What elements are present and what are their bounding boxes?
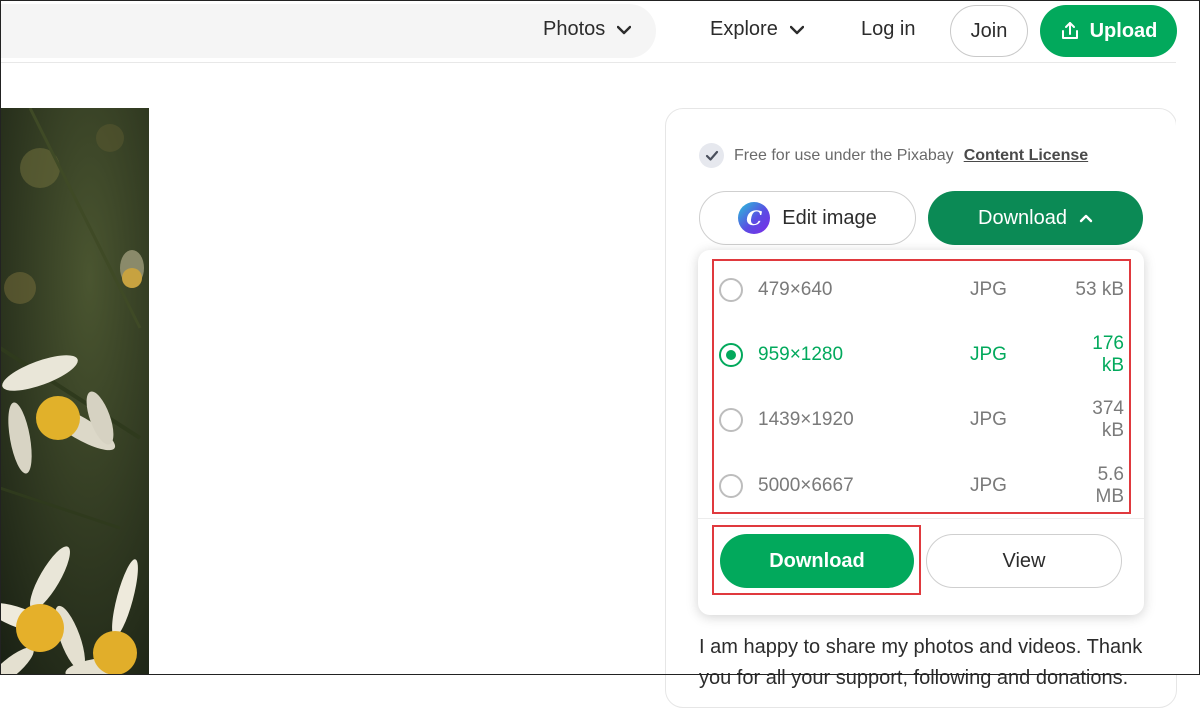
option-format: JPG — [970, 409, 1007, 430]
canva-logo-icon: C — [738, 202, 771, 234]
explore-menu[interactable]: Explore — [710, 18, 804, 41]
license-text: Free for use under the Pixabay — [734, 146, 954, 164]
option-format: JPG — [970, 344, 1007, 365]
option-resolution: 1439×1920 — [758, 409, 854, 430]
content-license-link[interactable]: Content License — [964, 147, 1088, 165]
join-button[interactable]: Join — [950, 5, 1028, 57]
radio-button[interactable] — [719, 343, 743, 367]
size-option[interactable]: 959×1280 JPG 176 kB — [719, 333, 1124, 376]
option-format: JPG — [970, 279, 1007, 300]
option-filesize: 176 kB — [1092, 333, 1124, 376]
option-format: JPG — [970, 475, 1007, 496]
header-divider — [0, 62, 1200, 63]
edit-image-button[interactable]: C Edit image — [699, 191, 916, 245]
radio-button[interactable] — [719, 278, 743, 302]
media-type-select[interactable]: Photos — [543, 18, 632, 41]
login-link[interactable]: Log in — [861, 18, 916, 41]
download-toggle-label: Download — [978, 206, 1067, 229]
chevron-up-icon — [1079, 214, 1093, 223]
chevron-down-icon — [617, 25, 632, 34]
option-filesize: 53 kB — [1075, 279, 1124, 300]
view-button[interactable]: View — [926, 534, 1122, 588]
option-filesize: 374 kB — [1092, 398, 1124, 441]
edit-image-label: Edit image — [782, 206, 877, 229]
upload-button[interactable]: Upload — [1040, 5, 1177, 57]
license-notice: Free for use under the Pixabay Content L… — [699, 143, 1088, 168]
explore-label: Explore — [710, 18, 778, 40]
option-resolution: 479×640 — [758, 279, 833, 300]
upload-label: Upload — [1089, 19, 1158, 42]
upload-icon — [1061, 22, 1078, 39]
right-gutter — [1176, 62, 1200, 675]
main-photo[interactable] — [0, 108, 149, 675]
option-filesize: 5.6 MB — [1095, 464, 1125, 507]
author-description: I am happy to share my photos and videos… — [699, 636, 1143, 689]
check-icon — [699, 143, 724, 168]
size-option[interactable]: 5000×6667 JPG 5.6 MB — [719, 464, 1125, 507]
download-toggle-button[interactable]: Download — [928, 191, 1143, 245]
size-option[interactable]: 479×640 JPG 53 kB — [719, 270, 1124, 310]
daisy-photo — [0, 108, 149, 675]
media-type-label: Photos — [543, 18, 606, 40]
radio-button[interactable] — [719, 474, 743, 498]
size-option[interactable]: 1439×1920 JPG 374 kB — [719, 398, 1124, 441]
dropdown-divider — [698, 518, 1144, 519]
radio-button[interactable] — [719, 408, 743, 432]
chevron-down-icon — [789, 25, 804, 34]
option-resolution: 959×1280 — [758, 344, 844, 365]
option-resolution: 5000×6667 — [758, 475, 854, 496]
download-button[interactable]: Download — [720, 534, 914, 588]
